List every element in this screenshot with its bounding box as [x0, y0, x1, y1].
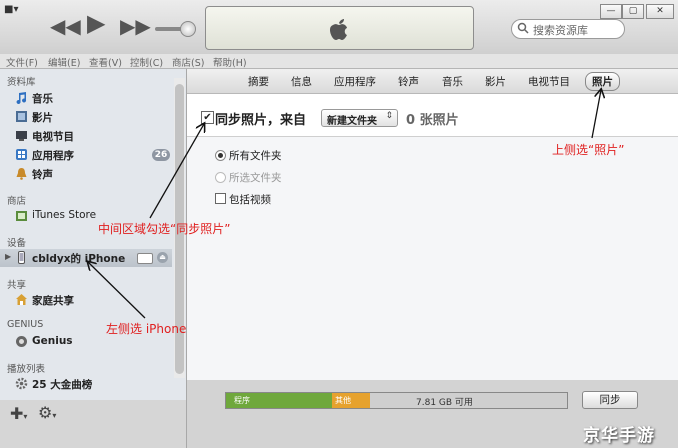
sidebar-item-label: 25 大金曲榜 — [32, 379, 93, 391]
section-devices: 设备 — [7, 238, 27, 249]
iphone-icon — [18, 251, 25, 264]
settings-gear-icon[interactable]: ⚙▾ — [38, 403, 56, 422]
tab-ringtones[interactable]: 铃声 — [398, 74, 419, 89]
music-note-icon — [16, 92, 27, 104]
system-menu-button[interactable]: ■▾ — [4, 4, 28, 18]
annotation-top: 上侧选“照片” — [552, 143, 625, 157]
tab-tv[interactable]: 电视节目 — [528, 74, 570, 89]
menu-bar: 文件(F) 编辑(E) 查看(V) 控制(C) 商店(S) 帮助(H) — [0, 54, 678, 69]
photo-source-value: 新建文件夹 — [327, 116, 377, 127]
expand-triangle-icon[interactable]: ▶ — [5, 252, 11, 261]
sidebar-item-label: 音乐 — [32, 93, 53, 105]
free-space-text: 7.81 GB 可用 — [416, 398, 473, 408]
search-placeholder: 搜索资源库 — [533, 24, 588, 37]
capacity-bar: 程序 其他 7.81 GB 可用 — [225, 392, 568, 409]
battery-icon — [137, 253, 153, 264]
close-button[interactable]: ✕ — [646, 4, 674, 19]
tab-info[interactable]: 信息 — [291, 74, 312, 89]
home-icon — [16, 294, 27, 305]
rewind-icon[interactable]: ◀◀ — [50, 16, 81, 36]
device-tabs: 摘要 信息 应用程序 铃声 音乐 影片 电视节目 照片 — [187, 69, 678, 94]
sidebar-item-home-sharing[interactable]: 家庭共享 — [0, 291, 172, 309]
menu-file[interactable]: 文件(F) — [6, 55, 38, 69]
capacity-segment-label: 其他 — [335, 396, 351, 405]
watermark: 京华手游 — [583, 426, 655, 446]
sidebar-footer: ✚▾ ⚙▾ — [0, 400, 187, 448]
film-icon — [16, 111, 27, 122]
annotation-middle: 中间区域勾选“同步照片” — [98, 222, 231, 236]
play-icon[interactable]: ▶ — [87, 11, 105, 35]
bell-icon — [16, 168, 27, 180]
sidebar-item-movies[interactable]: 影片 — [0, 108, 172, 126]
capacity-segment-other: 其他 — [332, 393, 370, 408]
volume-knob[interactable] — [180, 21, 196, 37]
tab-movies[interactable]: 影片 — [485, 74, 506, 89]
section-playlists: 播放列表 — [7, 364, 46, 375]
search-icon — [517, 22, 529, 34]
menu-view[interactable]: 查看(V) — [89, 55, 122, 69]
sidebar-item-top25[interactable]: 25 大金曲榜 — [0, 375, 172, 393]
section-genius: GENIUS — [7, 319, 44, 330]
sidebar-item-apps[interactable]: 应用程序 26 — [0, 146, 172, 164]
apps-icon — [16, 149, 27, 160]
restore-button[interactable]: ▢ — [622, 4, 644, 19]
tab-summary[interactable]: 摘要 — [248, 74, 269, 89]
genius-icon — [16, 336, 27, 347]
sync-button[interactable]: 同步 — [582, 391, 638, 409]
sidebar-item-music[interactable]: 音乐 — [0, 89, 172, 107]
sidebar-item-label: Genius — [32, 335, 73, 347]
menu-control[interactable]: 控制(C) — [130, 55, 163, 69]
sidebar-item-label: 铃声 — [32, 169, 53, 181]
sidebar-item-label: iTunes Store — [32, 209, 97, 221]
capacity-segment-apps: 程序 — [226, 393, 332, 408]
sidebar-item-label: 家庭共享 — [32, 295, 74, 307]
section-shared: 共享 — [7, 280, 27, 291]
sidebar-item-label: 应用程序 — [32, 150, 74, 162]
menu-edit[interactable]: 编辑(E) — [48, 55, 80, 69]
capacity-segment-label: 程序 — [234, 396, 250, 405]
tab-apps[interactable]: 应用程序 — [334, 74, 376, 89]
status-display — [205, 6, 474, 50]
apps-count-badge: 26 — [152, 149, 170, 161]
sync-photos-row: ✔ 同步照片，来自 新建文件夹 ⇕ 0 张照片 — [187, 94, 678, 137]
sidebar-item-label: 电视节目 — [32, 131, 74, 143]
sync-photos-label: 同步照片，来自 — [215, 113, 307, 128]
photo-source-select[interactable]: 新建文件夹 ⇕ — [321, 109, 398, 127]
sync-photos-checkbox[interactable]: ✔ — [201, 111, 214, 124]
sidebar-item-label: cbldyx的 iPhone — [32, 253, 126, 265]
all-folders-label: 所有文件夹 — [229, 150, 282, 162]
sidebar-item-label: 影片 — [32, 112, 53, 124]
selected-folders-label: 所选文件夹 — [229, 172, 282, 184]
annotation-left: 左侧选 iPhone — [106, 322, 187, 336]
all-folders-radio[interactable] — [215, 150, 226, 161]
photo-count: 0 张照片 — [406, 113, 459, 128]
search-input[interactable]: 搜索资源库 — [511, 19, 625, 39]
apple-logo-icon — [330, 19, 347, 40]
tab-music[interactable]: 音乐 — [442, 74, 463, 89]
title-toolbar: ■▾ ◀◀ ▶ ▶▶ 搜索资源库 — ▢ ✕ — [0, 0, 678, 55]
eject-icon[interactable]: ⏏ — [157, 252, 168, 263]
fast-forward-icon[interactable]: ▶▶ — [120, 16, 151, 36]
tv-icon — [16, 131, 27, 141]
add-playlist-button[interactable]: ✚▾ — [10, 404, 27, 423]
chevron-updown-icon: ⇕ — [385, 111, 393, 121]
sidebar-item-iphone[interactable]: ▶ cbldyx的 iPhone ⏏ — [0, 249, 172, 267]
section-library: 资料库 — [7, 77, 36, 88]
include-videos-label: 包括视频 — [229, 194, 271, 206]
sidebar-item-ringtones[interactable]: 铃声 — [0, 165, 172, 183]
tab-photos[interactable]: 照片 — [585, 72, 620, 91]
sidebar-item-tv[interactable]: 电视节目 — [0, 127, 172, 145]
include-videos-checkbox[interactable] — [215, 193, 226, 204]
menu-store[interactable]: 商店(S) — [172, 55, 204, 69]
menu-help[interactable]: 帮助(H) — [213, 55, 247, 69]
minimize-button[interactable]: — — [600, 4, 622, 19]
store-icon — [16, 211, 27, 221]
gear-playlist-icon — [15, 377, 28, 390]
selected-folders-radio[interactable] — [215, 172, 226, 183]
section-store: 商店 — [7, 196, 27, 207]
